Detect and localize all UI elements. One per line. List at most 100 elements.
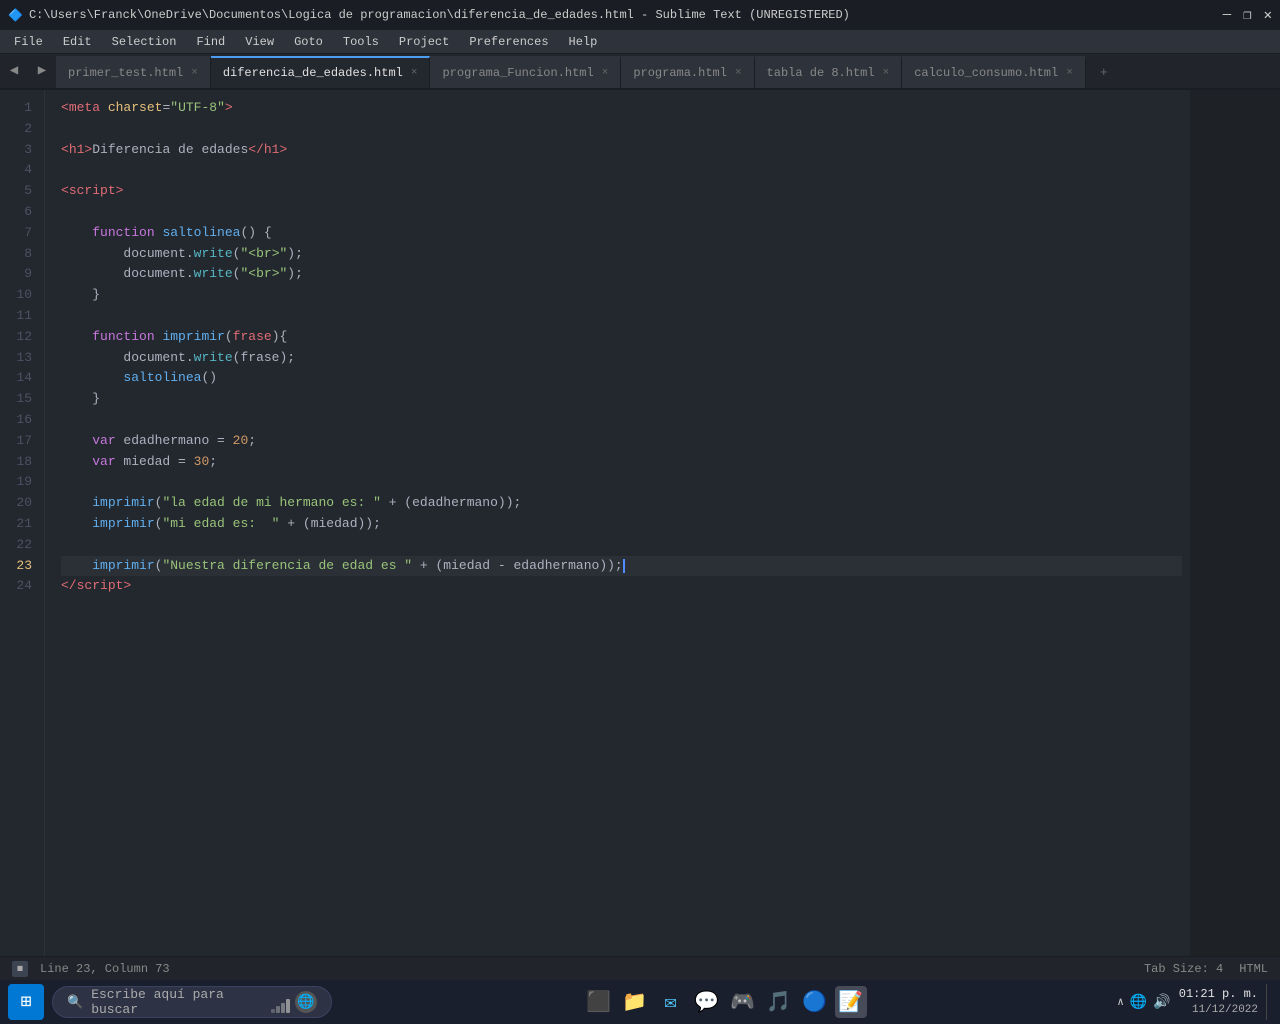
status-syntax[interactable]: HTML [1239,962,1268,976]
menu-item-view[interactable]: View [235,30,284,54]
status-position[interactable]: Line 23, Column 73 [40,962,170,976]
tab-close-0[interactable]: × [191,67,198,79]
code-area[interactable]: <meta charset="UTF-8"><h1>Diferencia de … [45,90,1190,956]
status-left: ◼ Line 23, Column 73 [12,961,170,977]
token-tag: < [61,140,69,161]
line-numbers: 123456789101112131415161718192021222324 [0,90,45,956]
tab-add-button[interactable]: + [1090,56,1118,88]
code-line-11 [61,306,1182,327]
token-plain: miedad = [116,452,194,473]
tab-close-2[interactable]: × [602,67,609,79]
menu-item-help[interactable]: Help [559,30,608,54]
token-plain: ( [155,556,163,577]
menu-item-file[interactable]: File [4,30,53,54]
token-tag: > [279,140,287,161]
code-line-16 [61,410,1182,431]
token-tag: </ [248,140,264,161]
minimize-button[interactable]: — [1223,7,1231,24]
token-plain: ( [233,264,241,285]
code-line-23: imprimir("Nuestra diferencia de edad es … [61,556,1182,577]
taskbar-explorer-icon[interactable]: 📁 [619,986,651,1018]
clock[interactable]: 01:21 p. m. 11/12/2022 [1179,986,1258,1018]
line-number-13: 13 [8,348,32,369]
token-fn: saltolinea [123,368,201,389]
token-kw: var [92,452,115,473]
menu-item-edit[interactable]: Edit [53,30,102,54]
tab-close-4[interactable]: × [883,67,890,79]
code-line-7: function saltolinea() { [61,223,1182,244]
token-plain: ; [248,431,256,452]
code-line-18: var miedad = 30; [61,452,1182,473]
token-num: 30 [194,452,210,473]
status-tab-size[interactable]: Tab Size: 4 [1144,962,1223,976]
line-number-16: 16 [8,410,32,431]
token-plain: Diferencia de edades [92,140,248,161]
token-plain [61,514,92,535]
tab-5[interactable]: calculo_consumo.html × [902,56,1086,88]
tab-close-3[interactable]: × [735,67,742,79]
line-number-10: 10 [8,285,32,306]
menu-item-selection[interactable]: Selection [102,30,187,54]
title-bar-controls[interactable]: — ❐ ✕ [1223,7,1272,24]
menu-item-goto[interactable]: Goto [284,30,333,54]
tab-3[interactable]: programa.html× [621,56,754,88]
token-plain: ( [155,493,163,514]
taskbar-sublime-icon[interactable]: 📝 [835,986,867,1018]
token-plain [155,327,163,348]
tray-chevron-icon[interactable]: ∧ [1117,995,1124,1009]
code-line-3: <h1>Diferencia de edades</h1> [61,140,1182,161]
tab-close-5[interactable]: × [1066,67,1073,79]
show-desktop-button[interactable] [1266,984,1272,1020]
code-line-19 [61,472,1182,493]
taskbar: ⊞ 🔍 Escribe aquí para buscar 🌐 ⬛ 📁 ✉ 💬 🎮… [0,980,1280,1024]
clock-time: 01:21 p. m. [1179,986,1258,1003]
maximize-button[interactable]: ❐ [1243,7,1251,24]
windows-start-button[interactable]: ⊞ [8,984,44,1020]
tab-label-5: calculo_consumo.html [914,66,1058,80]
menu-item-tools[interactable]: Tools [333,30,389,54]
editor-container: 123456789101112131415161718192021222324 … [0,90,1280,956]
line-number-17: 17 [8,431,32,452]
tray-network-icon[interactable]: 🌐 [1130,994,1147,1011]
line-number-8: 8 [8,244,32,265]
tab-close-1[interactable]: × [411,67,418,79]
code-line-6 [61,202,1182,223]
token-plain: ( [225,327,233,348]
close-button[interactable]: ✕ [1264,7,1272,24]
token-plain: } [61,285,100,306]
token-plain [61,431,92,452]
windows-logo-icon: ⊞ [21,991,32,1013]
tab-4[interactable]: tabla de 8.html× [755,56,903,88]
tab-1[interactable]: diferencia_de_edades.html× [211,56,431,88]
menu-item-find[interactable]: Find [186,30,235,54]
taskbar-whatsapp-icon[interactable]: 💬 [691,986,723,1018]
menu-item-project[interactable]: Project [389,30,459,54]
text-cursor [623,559,625,573]
line-number-4: 4 [8,160,32,181]
line-number-7: 7 [8,223,32,244]
token-plain: + (miedad)); [279,514,380,535]
taskbar-steam-icon[interactable]: 🎮 [727,986,759,1018]
taskbar-mail-icon[interactable]: ✉ [655,986,687,1018]
menu-item-preferences[interactable]: Preferences [459,30,558,54]
tab-2[interactable]: programa_Funcion.html× [430,56,621,88]
token-kw: var [92,431,115,452]
tray-volume-icon[interactable]: 🔊 [1153,994,1170,1011]
token-tag: > [123,576,131,597]
taskbar-multitasking-icon[interactable]: ⬛ [583,986,615,1018]
tab-0[interactable]: primer_test.html× [56,56,211,88]
token-plain [61,244,123,265]
taskbar-search[interactable]: 🔍 Escribe aquí para buscar 🌐 [52,986,332,1018]
token-str: "la edad de mi hermano es: " [162,493,380,514]
token-fn: saltolinea [162,223,240,244]
taskbar-chrome-icon[interactable]: 🔵 [799,986,831,1018]
token-tag: > [225,98,233,119]
token-tag: h1 [69,140,85,161]
tab-nav-prev[interactable]: ◀ [0,54,28,88]
code-line-5: <script> [61,181,1182,202]
line-number-1: 1 [8,98,32,119]
taskbar-spotify-icon[interactable]: 🎵 [763,986,795,1018]
line-number-23: 23 [8,556,32,577]
code-line-8: document.write("<br>"); [61,244,1182,265]
tab-nav-next[interactable]: ▶ [28,54,56,88]
